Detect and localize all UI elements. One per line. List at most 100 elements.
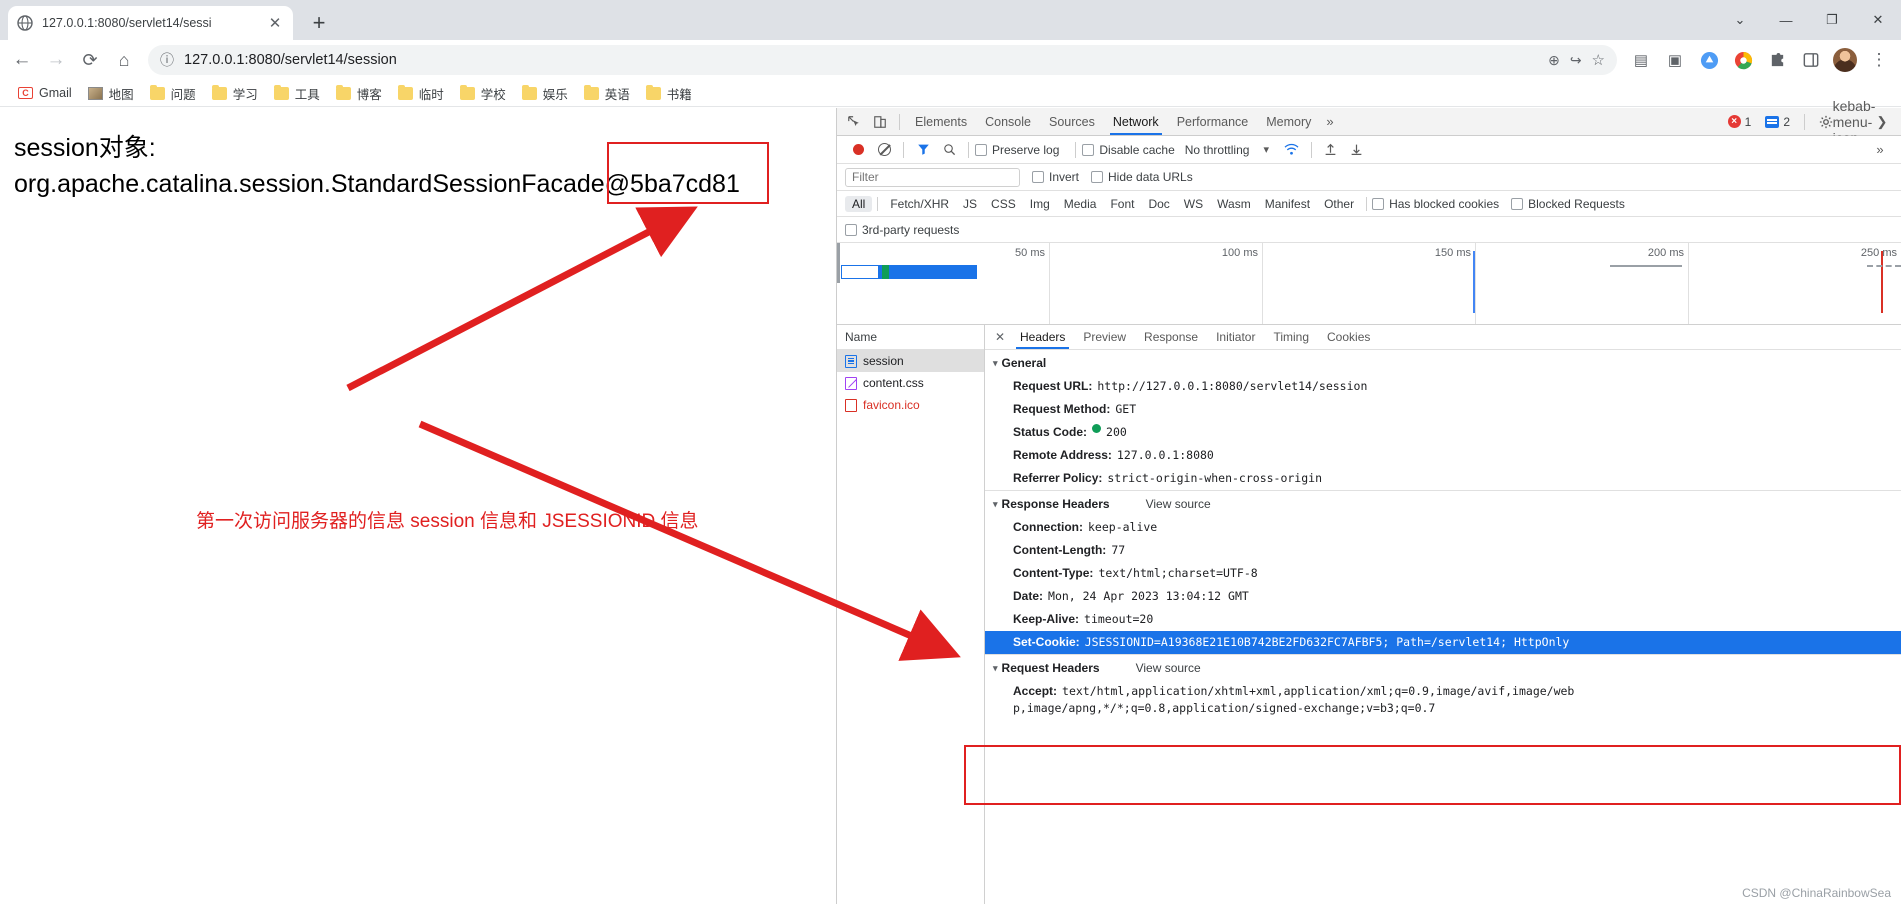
bookmark-folder-temp[interactable]: 临时 bbox=[390, 82, 452, 105]
request-row-favicon[interactable]: favicon.ico bbox=[837, 394, 984, 416]
invert-checkbox[interactable]: Invert bbox=[1032, 170, 1079, 184]
minimize-button[interactable]: — bbox=[1763, 0, 1809, 40]
new-tab-button[interactable]: + bbox=[305, 9, 333, 37]
type-filter-manifest[interactable]: Manifest bbox=[1258, 196, 1317, 212]
bookmark-maps[interactable]: 地图 bbox=[80, 82, 142, 105]
type-filter-other[interactable]: Other bbox=[1317, 196, 1361, 212]
close-icon[interactable]: ✕ bbox=[989, 330, 1011, 344]
type-filter-all[interactable]: All bbox=[845, 195, 873, 212]
toolbar-overflow-icon[interactable]: » bbox=[1867, 138, 1893, 162]
tab-timing[interactable]: Timing bbox=[1264, 325, 1318, 349]
type-filter-ws[interactable]: WS bbox=[1177, 196, 1210, 212]
home-button[interactable]: ⌂ bbox=[108, 44, 140, 76]
type-filter-doc[interactable]: Doc bbox=[1141, 196, 1176, 212]
inspect-element-icon[interactable] bbox=[841, 110, 867, 134]
header-row-set-cookie[interactable]: Set-Cookie: JSESSIONID=A19368E21E10B742B… bbox=[985, 631, 1901, 654]
import-har-icon[interactable] bbox=[1318, 138, 1344, 162]
more-panels-icon[interactable]: » bbox=[1320, 114, 1339, 129]
bookmark-folder-questions[interactable]: 问题 bbox=[142, 82, 204, 105]
tab-initiator[interactable]: Initiator bbox=[1207, 325, 1264, 349]
has-blocked-cookies-checkbox[interactable]: Has blocked cookies bbox=[1372, 197, 1499, 211]
zoom-icon[interactable]: ⊕ bbox=[1548, 52, 1560, 69]
bookmark-gmail[interactable]: C Gmail bbox=[10, 84, 80, 102]
filter-funnel-icon[interactable] bbox=[910, 138, 936, 162]
message-badge[interactable]: 2 bbox=[1759, 114, 1796, 130]
search-icon[interactable] bbox=[936, 138, 962, 162]
bookmark-folder-books[interactable]: 书籍 bbox=[638, 82, 700, 105]
header-key: Request URL: bbox=[1013, 379, 1093, 393]
back-button[interactable]: ← bbox=[6, 44, 38, 76]
site-info-icon[interactable]: ⓘ bbox=[160, 50, 174, 70]
reload-button[interactable]: ⟳ bbox=[74, 44, 106, 76]
network-body: Name session content.css favicon.ico ✕ H… bbox=[837, 325, 1901, 904]
close-icon[interactable]: ✕ bbox=[265, 13, 285, 33]
kebab-menu-icon[interactable]: kebab-menu-icon bbox=[1833, 98, 1876, 146]
tab-cookies[interactable]: Cookies bbox=[1318, 325, 1379, 349]
blocked-requests-checkbox[interactable]: Blocked Requests bbox=[1511, 197, 1625, 211]
chevron-down-icon[interactable]: ▾ bbox=[1263, 143, 1269, 156]
request-row-content-css[interactable]: content.css bbox=[837, 372, 984, 394]
filter-input[interactable] bbox=[845, 167, 1020, 187]
type-filter-media[interactable]: Media bbox=[1057, 196, 1104, 212]
tab-performance[interactable]: Performance bbox=[1168, 108, 1258, 135]
close-window-button[interactable]: ✕ bbox=[1855, 0, 1901, 40]
type-filter-font[interactable]: Font bbox=[1103, 196, 1141, 212]
devtools-tab-bar: Elements Console Sources Network Perform… bbox=[837, 98, 1901, 146]
export-har-icon[interactable] bbox=[1344, 138, 1370, 162]
type-filter-fetch-xhr[interactable]: Fetch/XHR bbox=[883, 196, 956, 212]
browser-tab[interactable]: 127.0.0.1:8080/servlet14/sessi ✕ bbox=[8, 6, 293, 40]
tab-console[interactable]: Console bbox=[976, 108, 1040, 135]
request-headers-section-header[interactable]: ▾ Request Headers View source bbox=[985, 654, 1901, 680]
general-section-header[interactable]: ▾ General bbox=[985, 350, 1901, 375]
share-icon[interactable]: ↪ bbox=[1570, 52, 1582, 69]
bookmark-folder-tools[interactable]: 工具 bbox=[266, 82, 328, 105]
address-bar[interactable]: ⓘ 127.0.0.1:8080/servlet14/session ⊕ ↪ ☆ bbox=[148, 45, 1617, 75]
type-filter-wasm[interactable]: Wasm bbox=[1210, 196, 1258, 212]
forward-button[interactable]: → bbox=[40, 44, 72, 76]
type-filter-img[interactable]: Img bbox=[1023, 196, 1057, 212]
extension-circle-blue-icon[interactable] bbox=[1693, 44, 1725, 76]
record-button-icon[interactable] bbox=[845, 138, 871, 162]
bookmark-folder-school[interactable]: 学校 bbox=[452, 82, 514, 105]
bookmark-folder-entertainment[interactable]: 娱乐 bbox=[514, 82, 576, 105]
divider bbox=[899, 113, 900, 130]
bookmark-folder-english[interactable]: 英语 bbox=[576, 82, 638, 105]
chrome-menu-icon[interactable]: ⋮ bbox=[1863, 44, 1895, 76]
hide-data-urls-checkbox[interactable]: Hide data URLs bbox=[1091, 170, 1193, 184]
bookmark-star-icon[interactable]: ☆ bbox=[1592, 51, 1605, 69]
tab-memory[interactable]: Memory bbox=[1257, 108, 1320, 135]
sidebar-toggle-icon[interactable] bbox=[1795, 44, 1827, 76]
bookmark-folder-study[interactable]: 学习 bbox=[204, 82, 266, 105]
type-filter-js[interactable]: JS bbox=[956, 196, 984, 212]
error-badge[interactable]: × 1 bbox=[1722, 114, 1758, 130]
network-conditions-icon[interactable] bbox=[1279, 138, 1305, 162]
response-headers-section-header[interactable]: ▾ Response Headers View source bbox=[985, 490, 1901, 516]
preserve-log-checkbox[interactable]: Preserve log bbox=[975, 143, 1059, 157]
view-source-link[interactable]: View source bbox=[1136, 661, 1201, 675]
reading-list-icon[interactable]: ▤ bbox=[1625, 44, 1657, 76]
tab-preview[interactable]: Preview bbox=[1074, 325, 1135, 349]
throttling-select[interactable]: No throttling bbox=[1185, 143, 1250, 157]
clear-network-log-icon[interactable] bbox=[871, 138, 897, 162]
device-toolbar-icon[interactable] bbox=[867, 110, 893, 134]
tab-elements[interactable]: Elements bbox=[906, 108, 976, 135]
tab-sources[interactable]: Sources bbox=[1040, 108, 1104, 135]
close-devtools-icon[interactable]: ❯ bbox=[1869, 110, 1895, 134]
third-party-requests-checkbox[interactable]: 3rd-party requests bbox=[845, 223, 959, 237]
maximize-button[interactable]: ❐ bbox=[1809, 0, 1855, 40]
extension-circle-multicolor-icon[interactable] bbox=[1727, 44, 1759, 76]
folder-icon bbox=[397, 84, 413, 100]
avatar[interactable] bbox=[1829, 44, 1861, 76]
disable-cache-checkbox[interactable]: Disable cache bbox=[1082, 143, 1175, 157]
extensions-puzzle-icon[interactable] bbox=[1761, 44, 1793, 76]
tab-network[interactable]: Network bbox=[1104, 108, 1168, 135]
tab-headers[interactable]: Headers bbox=[1011, 325, 1074, 349]
bookmark-folder-blog[interactable]: 博客 bbox=[328, 82, 390, 105]
request-row-session[interactable]: session bbox=[837, 350, 984, 372]
tab-response[interactable]: Response bbox=[1135, 325, 1207, 349]
chevron-down-icon[interactable]: ⌄ bbox=[1717, 0, 1763, 40]
view-source-link[interactable]: View source bbox=[1146, 497, 1211, 511]
type-filter-css[interactable]: CSS bbox=[984, 196, 1023, 212]
network-overview-timeline[interactable]: 50 ms 100 ms 150 ms 200 ms 250 ms bbox=[837, 243, 1901, 325]
sidepanel-icon[interactable]: ▣ bbox=[1659, 44, 1691, 76]
